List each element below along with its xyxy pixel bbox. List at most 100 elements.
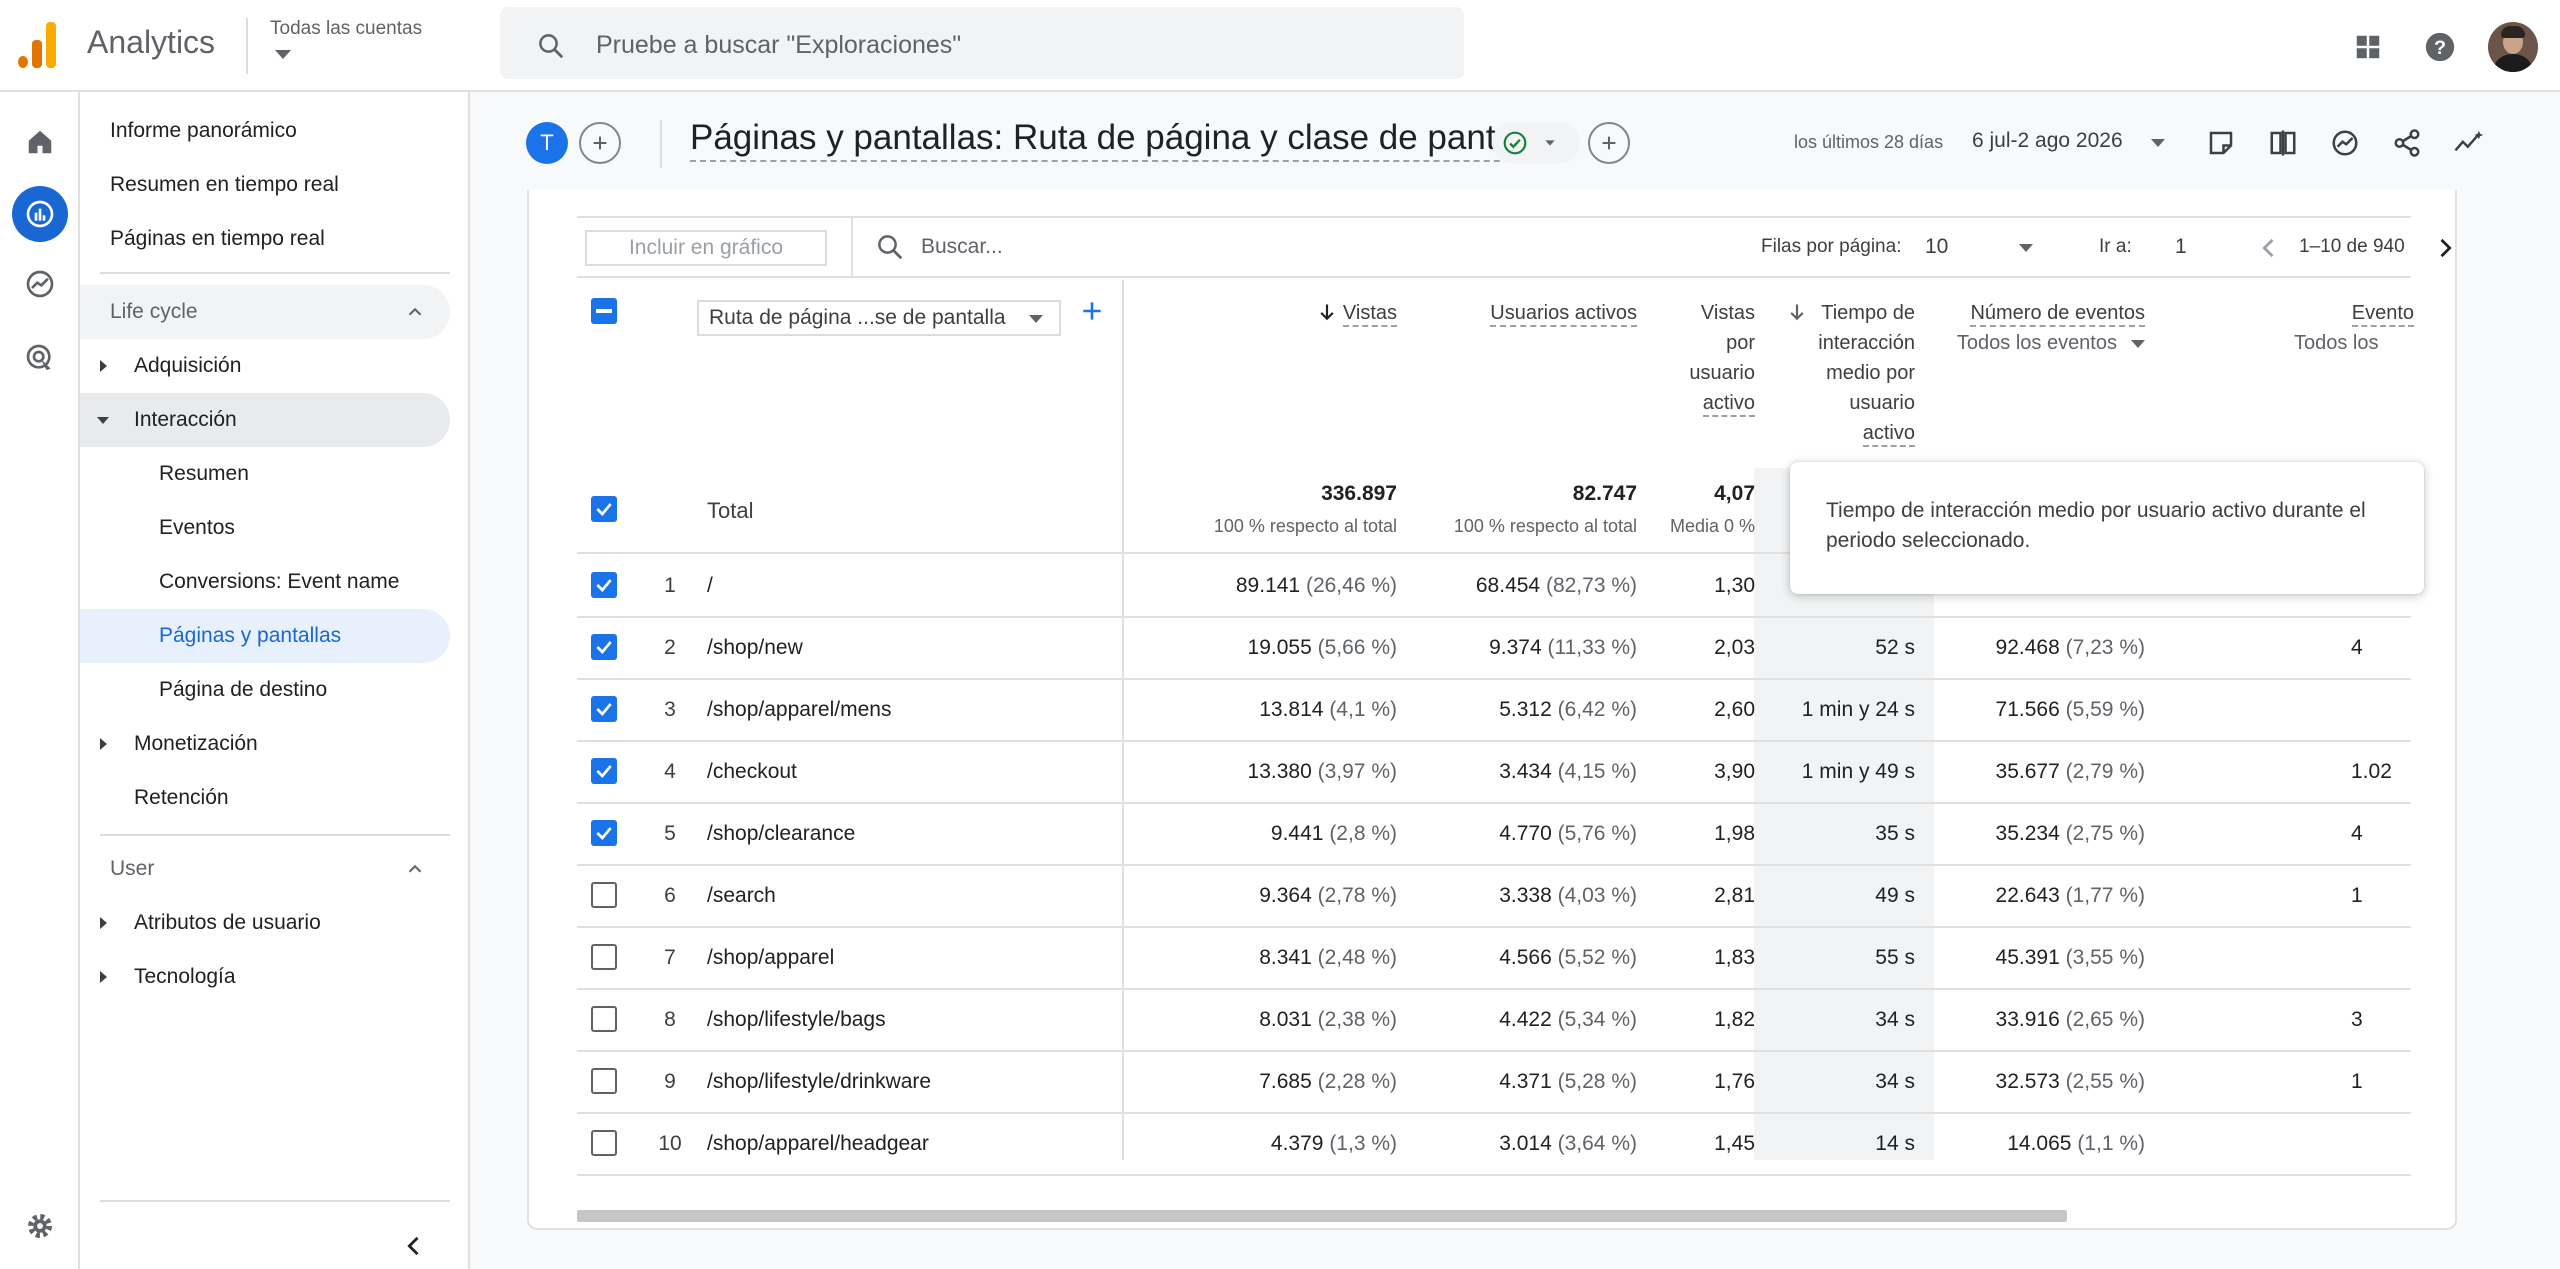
row-page-path[interactable]: /checkout: [707, 760, 797, 784]
table-row[interactable]: 3/shop/apparel/mens 13.814 (4,1 %) 5.312 (…: [577, 680, 2411, 742]
apps-grid-icon[interactable]: [2344, 23, 2392, 71]
explore-icon[interactable]: [16, 260, 64, 308]
reports-icon[interactable]: [12, 186, 68, 242]
cell-usuarios: 4.422 (5,34 %): [1499, 1008, 1637, 1032]
prev-page-icon[interactable]: [2255, 234, 2283, 262]
row-checkbox[interactable]: [591, 696, 617, 722]
nav-eventos[interactable]: Eventos: [80, 501, 450, 555]
row-checkbox[interactable]: [591, 1068, 617, 1094]
table-row[interactable]: 8/shop/lifestyle/bags 8.031 (2,38 %) 4.422…: [577, 990, 2411, 1052]
add-filter-button[interactable]: [1588, 122, 1630, 164]
col-numero-eventos[interactable]: Número de eventos Todos los eventos: [1957, 298, 2145, 358]
nav-label: Retención: [134, 786, 229, 809]
insights-icon[interactable]: [2322, 120, 2368, 166]
table-search-input[interactable]: Buscar...: [921, 235, 1003, 259]
goto-input[interactable]: 1: [2175, 235, 2187, 259]
nav-tecnologia[interactable]: Tecnología: [80, 950, 450, 1004]
table-row[interactable]: 9/shop/lifestyle/drinkware 7.685 (2,28 %)…: [577, 1052, 2411, 1114]
select-all-checkbox[interactable]: [591, 298, 617, 324]
cell-percent: (2,75 %): [2065, 822, 2145, 845]
row-page-path[interactable]: /shop/lifestyle/bags: [707, 1008, 886, 1032]
row-page-path[interactable]: /search: [707, 884, 776, 908]
cell-percent: (5,59 %): [2065, 698, 2145, 721]
help-icon[interactable]: ?: [2416, 23, 2464, 71]
nav-group-lifecycle[interactable]: Life cycle: [80, 285, 450, 339]
row-page-path[interactable]: /shop/clearance: [707, 822, 855, 846]
report-status-chip[interactable]: [1492, 122, 1580, 164]
date-range-label[interactable]: los últimos 28 días: [1794, 132, 1943, 153]
row-page-path[interactable]: /shop/apparel/mens: [707, 698, 891, 722]
col-vistas-por-usuario[interactable]: Vistas por usuario activo: [1689, 298, 1755, 418]
row-checkbox[interactable]: [591, 944, 617, 970]
total-value: 82.747: [1572, 482, 1637, 505]
event-filter-select[interactable]: Todos los: [2294, 332, 2379, 354]
add-comparison-button[interactable]: [579, 122, 621, 164]
table-row[interactable]: 2/shop/new 19.055 (5,66 %) 9.374 (11,33 %)…: [577, 618, 2411, 680]
nav-paginas-pantallas[interactable]: Páginas y pantallas: [80, 609, 450, 663]
date-range-value[interactable]: 6 jul-2 ago 2026: [1972, 129, 2123, 153]
nav-monetizacion[interactable]: Monetización: [80, 717, 450, 771]
col-usuarios-activos[interactable]: Usuarios activos: [1490, 298, 1637, 328]
cell-tiempo: 49 s: [1875, 884, 1915, 907]
nav-group-user[interactable]: User: [80, 842, 450, 896]
compare-icon[interactable]: [2260, 120, 2306, 166]
table-row[interactable]: 5/shop/clearance 9.441 (2,8 %) 4.770 (5,76…: [577, 804, 2411, 866]
analytics-logo[interactable]: [18, 22, 58, 68]
row-checkbox[interactable]: [591, 758, 617, 784]
account-caret-icon[interactable]: [275, 50, 291, 59]
share-icon[interactable]: [2384, 120, 2430, 166]
table-row[interactable]: 4/checkout 13.380 (3,97 %) 3.434 (4,15 %) 3…: [577, 742, 2411, 804]
nav-resumen-tiempo-real[interactable]: Resumen en tiempo real: [80, 158, 450, 212]
col-tiempo-interaccion[interactable]: Tiempo de interacción medio por usuario …: [1787, 298, 1915, 448]
nav-conversions[interactable]: Conversions: Event name: [80, 555, 450, 609]
sparkline-insights-icon[interactable]: [2446, 120, 2492, 166]
comparison-avatar[interactable]: T: [526, 122, 568, 164]
total-checkbox[interactable]: [591, 496, 617, 522]
row-checkbox[interactable]: [591, 634, 617, 660]
date-range-caret-icon[interactable]: [2151, 139, 2165, 147]
row-page-path[interactable]: /shop/new: [707, 636, 803, 660]
nav-atributos-usuario[interactable]: Atributos de usuario: [80, 896, 450, 950]
table-row[interactable]: 7/shop/apparel 8.341 (2,48 %) 4.566 (5,52 …: [577, 928, 2411, 990]
home-icon[interactable]: [16, 118, 64, 166]
row-page-path[interactable]: /shop/apparel/headgear: [707, 1132, 929, 1156]
user-avatar[interactable]: [2488, 22, 2538, 72]
advertising-icon[interactable]: [16, 334, 64, 382]
next-page-icon[interactable]: [2431, 234, 2457, 262]
nav-informe-panoramico[interactable]: Informe panorámico: [80, 104, 450, 158]
nav-resumen[interactable]: Resumen: [80, 447, 450, 501]
global-search-input[interactable]: Pruebe a buscar "Exploraciones": [596, 31, 961, 60]
event-filter-select[interactable]: Todos los eventos: [1957, 332, 2117, 354]
dimension-selector[interactable]: Ruta de página ...se de pantalla: [697, 300, 1061, 336]
rows-per-page-select[interactable]: 10: [1925, 235, 1948, 259]
col-eventos-2[interactable]: Evento Todos los: [2294, 298, 2414, 358]
row-checkbox[interactable]: [591, 1006, 617, 1032]
row-checkbox[interactable]: [591, 1130, 617, 1156]
add-dimension-icon[interactable]: [1079, 298, 1105, 324]
rows-per-page-caret-icon[interactable]: [2019, 244, 2033, 252]
cell-tiempo: 1 min y 24 s: [1801, 698, 1915, 721]
col-vistas[interactable]: Vistas: [1317, 298, 1397, 328]
table-row[interactable]: 6/search 9.364 (2,78 %) 3.338 (4,03 %) 2,81…: [577, 866, 2411, 928]
horizontal-scrollbar[interactable]: [577, 1210, 2067, 1222]
expand-down-icon: [97, 417, 109, 424]
nav-retencion[interactable]: Retención: [80, 771, 450, 825]
row-checkbox[interactable]: [591, 882, 617, 908]
row-page-path[interactable]: /shop/apparel: [707, 946, 834, 970]
tooltip-text: Tiempo de interacción medio por usuario …: [1826, 499, 2366, 552]
global-search[interactable]: Pruebe a buscar "Exploraciones": [500, 7, 1464, 79]
settings-icon[interactable]: [16, 1202, 64, 1250]
table-row[interactable]: 10/shop/apparel/headgear 4.379 (1,3 %) 3.0…: [577, 1114, 2411, 1176]
customize-report-icon[interactable]: [2198, 120, 2244, 166]
nav-adquisicion[interactable]: Adquisición: [80, 339, 450, 393]
row-page-path[interactable]: /shop/lifestyle/drinkware: [707, 1070, 931, 1094]
include-in-chart-button[interactable]: Incluir en gráfico: [585, 230, 827, 266]
nav-paginas-tiempo-real[interactable]: Páginas en tiempo real: [80, 212, 450, 266]
row-checkbox[interactable]: [591, 820, 617, 846]
row-page-path[interactable]: /: [707, 574, 713, 598]
nav-interaccion[interactable]: Interacción: [80, 393, 450, 447]
account-selector[interactable]: Todas las cuentas: [270, 18, 422, 40]
row-checkbox[interactable]: [591, 572, 617, 598]
nav-pagina-destino[interactable]: Página de destino: [80, 663, 450, 717]
collapse-nav-icon[interactable]: [400, 1232, 428, 1260]
